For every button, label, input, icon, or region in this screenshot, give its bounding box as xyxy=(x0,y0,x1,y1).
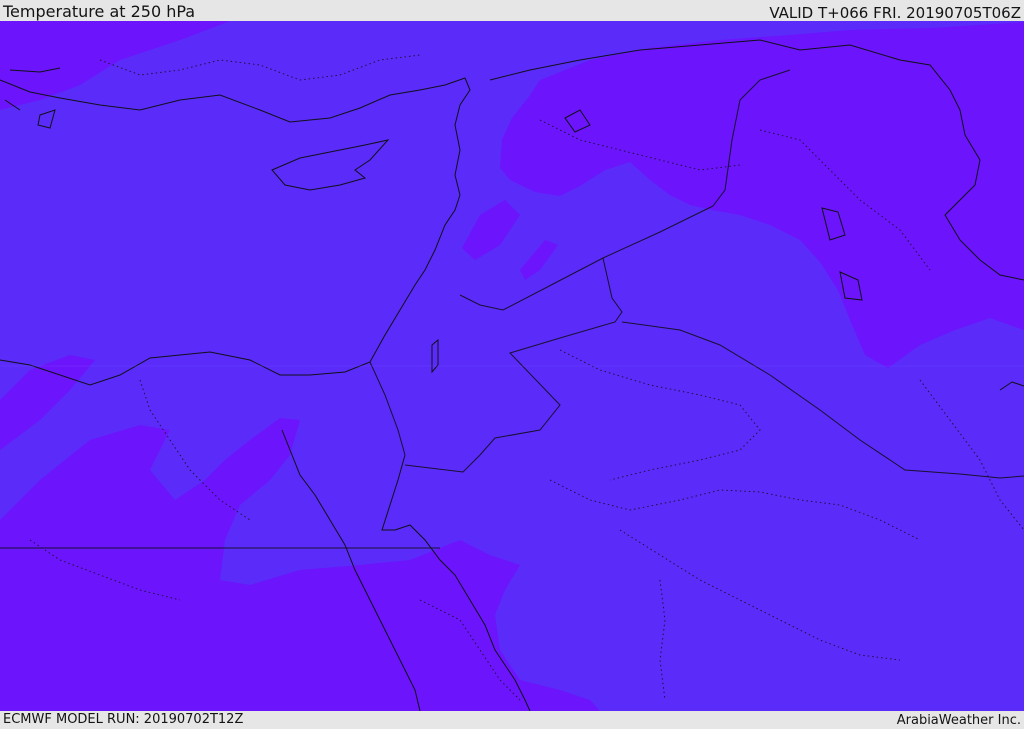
map-canvas xyxy=(0,21,1024,711)
credit-label: ArabiaWeather Inc. xyxy=(896,713,1021,728)
valid-time: VALID T+066 FRI. 20190705T06Z xyxy=(769,4,1021,22)
footer-bar: ECMWF MODEL RUN: 20190702T12Z ArabiaWeat… xyxy=(0,711,1024,729)
model-run-label: ECMWF MODEL RUN: 20190702T12Z xyxy=(3,712,244,727)
header-bar: Temperature at 250 hPa VALID T+066 FRI. … xyxy=(0,0,1024,22)
map-title: Temperature at 250 hPa xyxy=(3,2,196,21)
map-frame: Temperature at 250 hPa VALID T+066 FRI. … xyxy=(0,0,1024,729)
